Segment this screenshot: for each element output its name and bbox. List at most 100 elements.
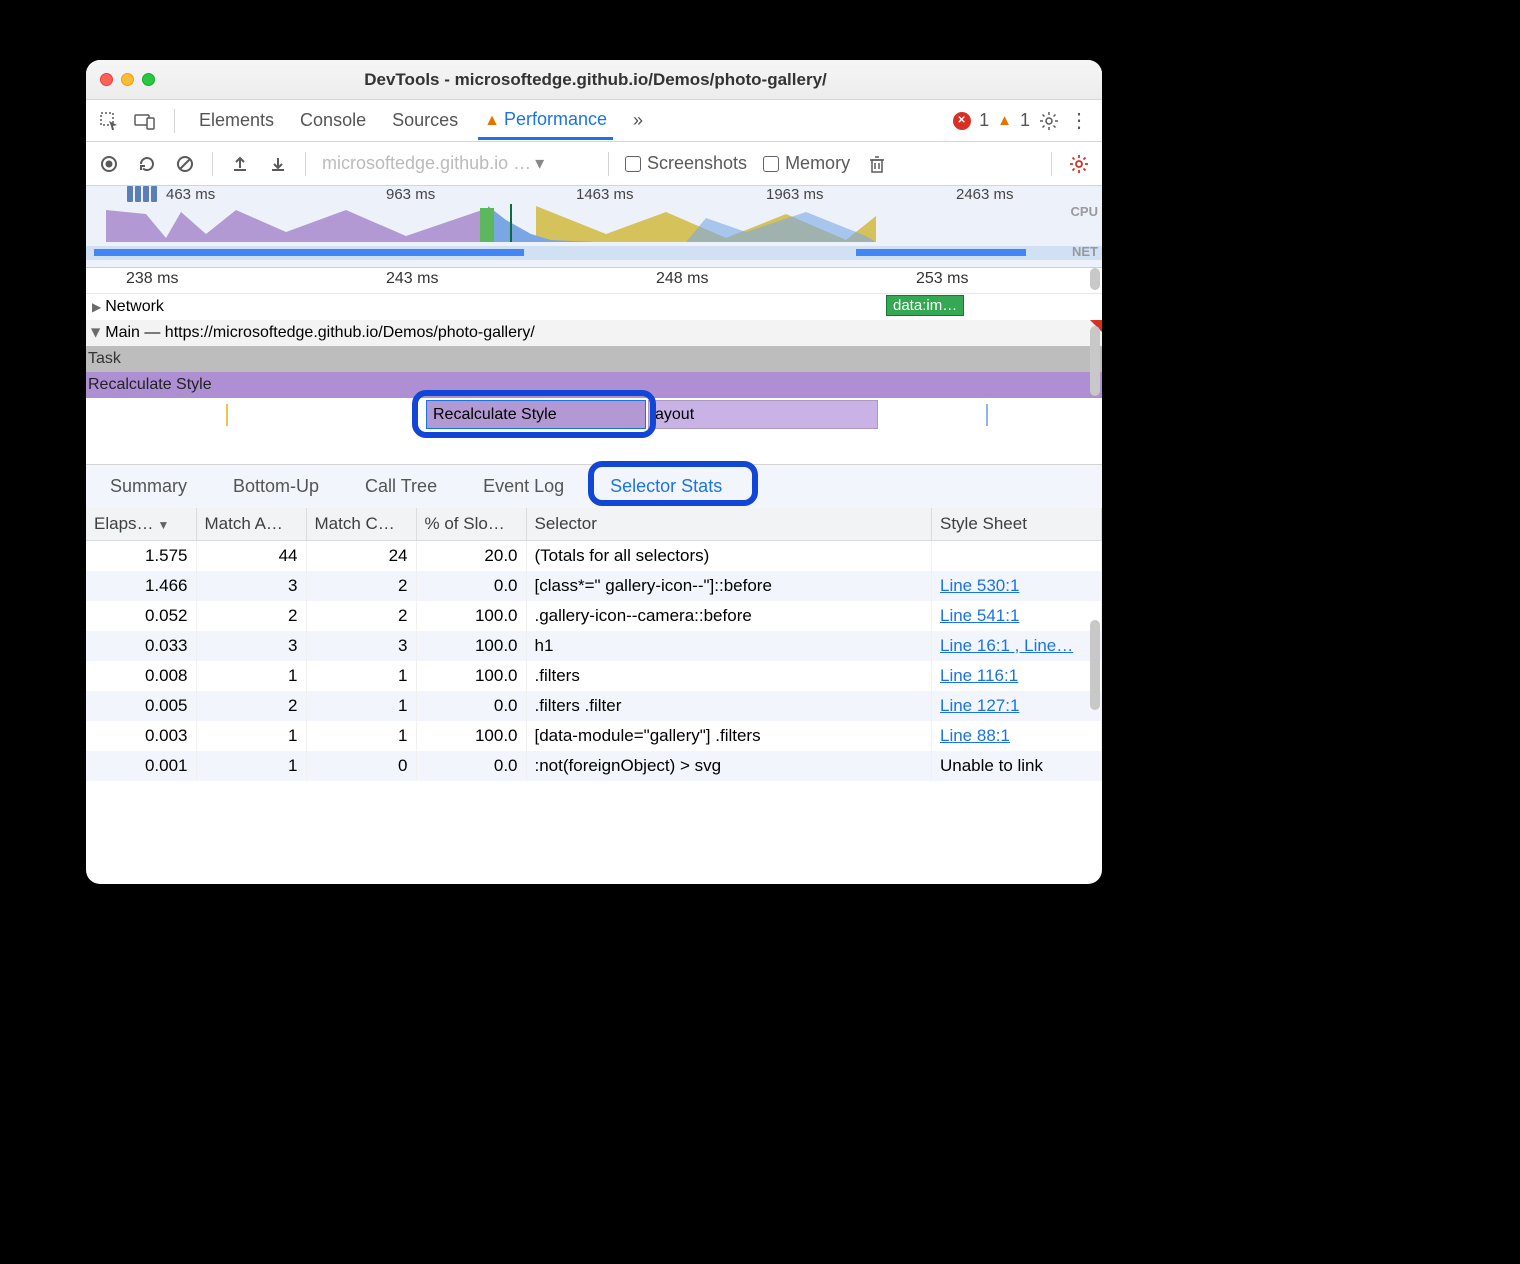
error-count: 1	[979, 110, 989, 131]
cell-stylesheet[interactable]: Line 541:1	[932, 601, 1102, 631]
cell-match-count: 2	[306, 601, 416, 631]
cell-pct: 100.0	[416, 661, 526, 691]
col-elapsed[interactable]: Elaps…▼	[86, 508, 196, 541]
cell-selector: .filters .filter	[526, 691, 932, 721]
cell-stylesheet: Unable to link	[932, 751, 1102, 781]
scrollbar-thumb[interactable]	[1090, 326, 1100, 396]
table-row[interactable]: 0.005210.0.filters .filterLine 127:1	[86, 691, 1102, 721]
device-toolbar-icon[interactable]	[134, 110, 156, 132]
cell-match-count: 1	[306, 691, 416, 721]
flame-tick	[986, 404, 988, 426]
table-row[interactable]: 0.05222100.0.gallery-icon--camera::befor…	[86, 601, 1102, 631]
recalc-style-selected-block[interactable]: Recalculate Style	[426, 400, 646, 429]
recording-selector[interactable]: microsoftedge.github.io …▾	[322, 153, 592, 174]
table-row[interactable]: 0.001100.0:not(foreignObject) > svgUnabl…	[86, 751, 1102, 781]
col-match-count[interactable]: Match C…	[306, 508, 416, 541]
close-window-button[interactable]	[100, 73, 113, 86]
tab-elements[interactable]: Elements	[193, 102, 280, 139]
cell-elapsed: 0.033	[86, 631, 196, 661]
cell-elapsed: 1.575	[86, 541, 196, 572]
table-row[interactable]: 1.466320.0[class*=" gallery-icon--"]::be…	[86, 571, 1102, 601]
layout-block[interactable]: ayout	[648, 400, 878, 429]
more-tabs-button[interactable]: »	[627, 102, 649, 139]
flame-chart[interactable]: ▶ Network data:im… ▶ Main — https://micr…	[86, 294, 1102, 464]
net-label: NET	[1072, 244, 1098, 259]
tab-selector-stats[interactable]: Selector Stats	[600, 470, 732, 503]
download-icon[interactable]	[267, 153, 289, 175]
error-count-badge[interactable]: ✕	[953, 112, 971, 130]
maximize-window-button[interactable]	[142, 73, 155, 86]
cpu-label: CPU	[1071, 204, 1098, 219]
main-track-header[interactable]: ▶ Main — https://microsoftedge.github.io…	[86, 320, 1102, 346]
col-match-attempts[interactable]: Match A…	[196, 508, 306, 541]
more-menu-icon[interactable]: ⋮	[1068, 110, 1090, 132]
timeline-overview[interactable]: 463 ms 963 ms 1463 ms 1963 ms 2463 ms	[86, 186, 1102, 268]
cell-selector: h1	[526, 631, 932, 661]
cell-elapsed: 0.008	[86, 661, 196, 691]
cell-pct: 100.0	[416, 601, 526, 631]
cell-stylesheet[interactable]: Line 116:1	[932, 661, 1102, 691]
cell-stylesheet[interactable]: Line 530:1	[932, 571, 1102, 601]
tab-call-tree[interactable]: Call Tree	[355, 470, 447, 503]
table-row[interactable]: 1.575442420.0(Totals for all selectors)	[86, 541, 1102, 572]
table-row[interactable]: 0.00311100.0[data-module="gallery"] .fil…	[86, 721, 1102, 751]
cell-pct: 0.0	[416, 751, 526, 781]
col-selector[interactable]: Selector	[526, 508, 932, 541]
scrollbar-thumb[interactable]	[1090, 620, 1100, 710]
network-request-block[interactable]: data:im…	[886, 295, 964, 316]
cell-match-count: 1	[306, 661, 416, 691]
cell-stylesheet[interactable]: Line 16:1 , Line…	[932, 631, 1102, 661]
cell-stylesheet[interactable]: Line 127:1	[932, 691, 1102, 721]
table-row[interactable]: 0.00811100.0.filtersLine 116:1	[86, 661, 1102, 691]
devtools-window: DevTools - microsoftedge.github.io/Demos…	[86, 60, 1102, 884]
tab-sources[interactable]: Sources	[386, 102, 464, 139]
flame-tick	[226, 404, 228, 426]
upload-icon[interactable]	[229, 153, 251, 175]
cell-match-attempts: 1	[196, 661, 306, 691]
recalculate-style-block[interactable]: Recalculate Style	[86, 372, 1102, 398]
minimize-window-button[interactable]	[121, 73, 134, 86]
cell-match-count: 1	[306, 721, 416, 751]
col-stylesheet[interactable]: Style Sheet	[932, 508, 1102, 541]
detail-ruler[interactable]: 238 ms 243 ms 248 ms 253 ms	[86, 268, 1102, 294]
window-controls	[100, 73, 155, 86]
performance-toolbar: microsoftedge.github.io …▾ Screenshots M…	[86, 142, 1102, 186]
settings-gear-icon[interactable]	[1038, 110, 1060, 132]
tab-summary[interactable]: Summary	[100, 470, 197, 503]
garbage-collect-icon[interactable]	[866, 153, 888, 175]
cell-match-attempts: 44	[196, 541, 306, 572]
cell-selector: .filters	[526, 661, 932, 691]
task-block[interactable]: Task	[86, 346, 1102, 372]
cell-elapsed: 0.003	[86, 721, 196, 751]
memory-checkbox[interactable]: Memory	[763, 153, 850, 174]
details-tab-bar: Summary Bottom-Up Call Tree Event Log Se…	[86, 464, 1102, 508]
cell-selector: .gallery-icon--camera::before	[526, 601, 932, 631]
reload-record-button[interactable]	[136, 153, 158, 175]
scrollbar-thumb[interactable]	[1090, 268, 1100, 290]
clear-button[interactable]	[174, 153, 196, 175]
network-track-header[interactable]: ▶ Network data:im…	[86, 294, 1102, 320]
cell-elapsed: 0.052	[86, 601, 196, 631]
warning-icon: ▲	[484, 112, 500, 129]
cell-match-count: 3	[306, 631, 416, 661]
inspect-icon[interactable]	[98, 110, 120, 132]
expand-icon: ▶	[92, 300, 101, 314]
col-pct-slow[interactable]: % of Slo…	[416, 508, 526, 541]
warning-icon: ▲	[997, 112, 1012, 129]
table-row[interactable]: 0.03333100.0h1Line 16:1 , Line…	[86, 631, 1102, 661]
cell-pct: 100.0	[416, 721, 526, 751]
cell-selector: (Totals for all selectors)	[526, 541, 932, 572]
selector-stats-table: Elaps…▼ Match A… Match C… % of Slo… Sele…	[86, 508, 1102, 781]
tab-bottom-up[interactable]: Bottom-Up	[223, 470, 329, 503]
tab-console[interactable]: Console	[294, 102, 372, 139]
cell-elapsed: 1.466	[86, 571, 196, 601]
tab-performance[interactable]: ▲Performance	[478, 101, 613, 140]
screenshots-checkbox[interactable]: Screenshots	[625, 153, 747, 174]
cell-selector: [data-module="gallery"] .filters	[526, 721, 932, 751]
cell-pct: 0.0	[416, 571, 526, 601]
cell-elapsed: 0.001	[86, 751, 196, 781]
capture-settings-icon[interactable]	[1068, 153, 1090, 175]
cell-stylesheet[interactable]: Line 88:1	[932, 721, 1102, 751]
tab-event-log[interactable]: Event Log	[473, 470, 574, 503]
record-button[interactable]	[98, 153, 120, 175]
